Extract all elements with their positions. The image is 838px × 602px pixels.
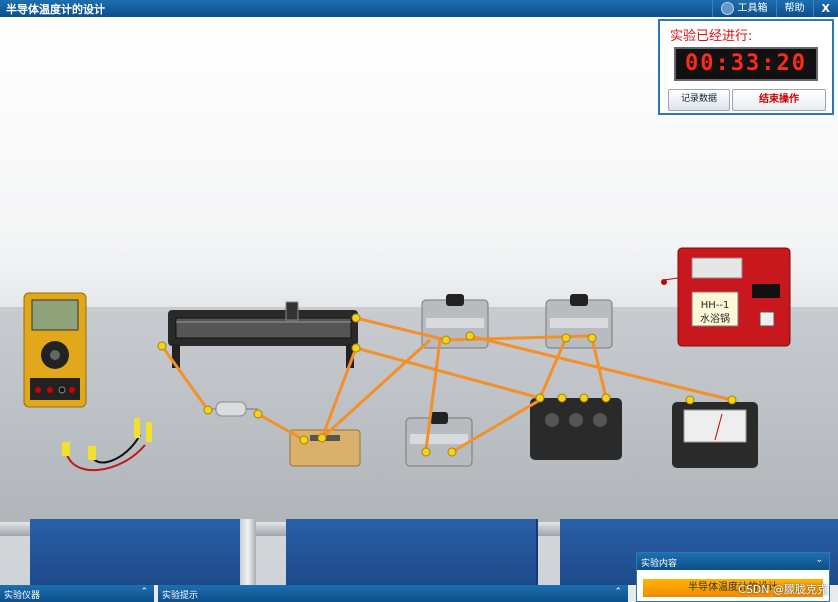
timer-panel: 实验已经进行: 00:33:20 记录数据 结束操作 [658, 19, 834, 115]
content-panel-label: 实验内容 [641, 559, 678, 569]
elapsed-time-display: 00:33:20 [674, 47, 818, 81]
multimeter[interactable] [23, 292, 87, 408]
hints-panel-label: 实验提示 [162, 591, 199, 601]
instruments-panel-label: 实验仪器 [4, 591, 41, 601]
content-panel-header[interactable]: 实验内容 ⌄ [637, 553, 829, 570]
water-bath-model: HH--1 [701, 300, 730, 311]
chevron-down-icon[interactable]: ⌄ [815, 555, 823, 565]
resistance-box-2[interactable] [545, 294, 613, 349]
chevron-up-icon[interactable]: ⌃ [140, 587, 148, 597]
end-operation-button[interactable]: 结束操作 [732, 89, 826, 111]
chevron-up-icon[interactable]: ⌃ [614, 587, 622, 597]
record-data-button[interactable]: 记录数据 [668, 89, 730, 111]
decade-resistor[interactable] [530, 398, 622, 460]
water-bath-name: 水浴锅 [700, 313, 730, 325]
resistance-box-3[interactable] [405, 412, 473, 467]
elapsed-label: 实验已经进行: [670, 29, 753, 44]
water-bath[interactable]: HH--1 水浴锅 [661, 247, 791, 347]
test-leads[interactable] [62, 418, 152, 472]
instruments-panel-bar[interactable]: 实验仪器 ⌃ [0, 585, 154, 602]
thermistor[interactable] [205, 401, 258, 417]
slide-rheostat[interactable] [168, 301, 358, 368]
galvanometer[interactable] [672, 402, 758, 468]
hints-panel-bar[interactable]: 实验提示 ⌃ [158, 585, 628, 602]
watermark-text: CSDN @朦胧克克 [738, 583, 828, 596]
